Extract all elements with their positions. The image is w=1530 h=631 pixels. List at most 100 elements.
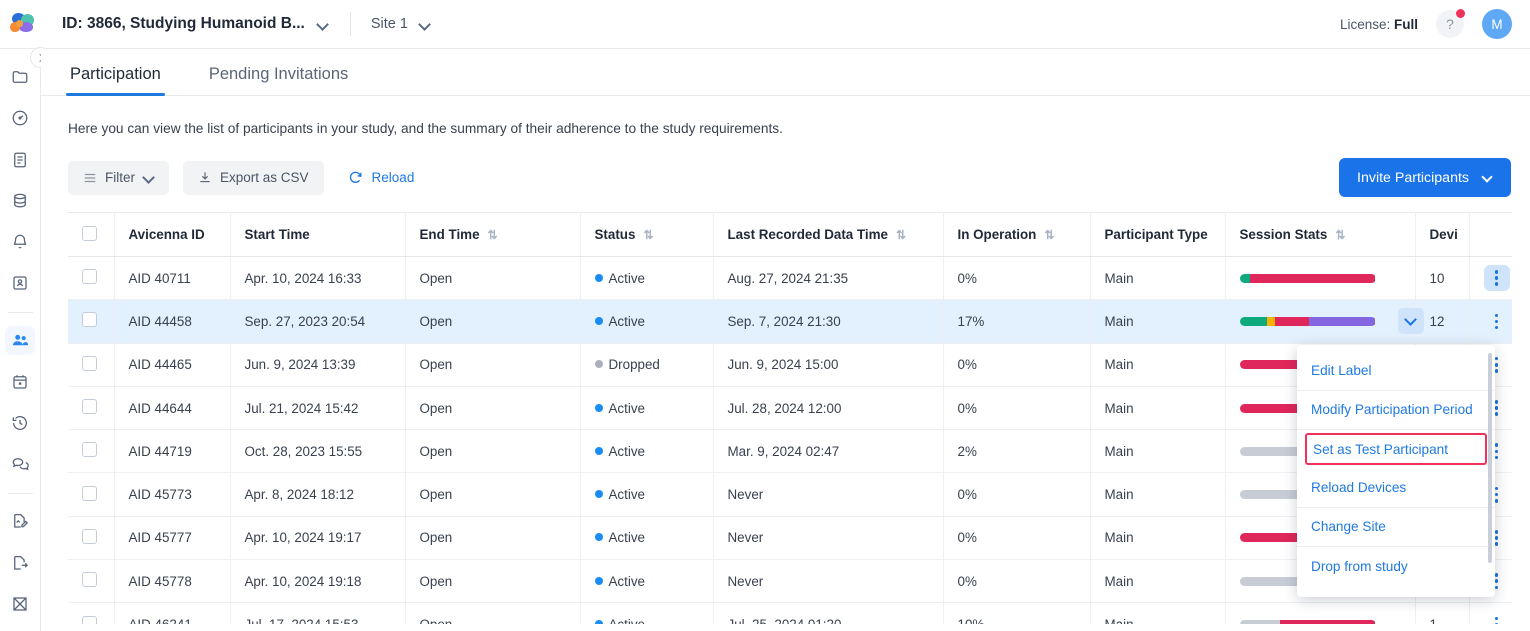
menu-item-edit-label[interactable]: Edit Label — [1297, 351, 1495, 391]
row-actions-menu-button[interactable] — [1484, 308, 1510, 334]
folder-icon — [11, 68, 29, 86]
menu-item-set-as-test-participant[interactable]: Set as Test Participant — [1305, 433, 1487, 465]
column-header-actions — [1469, 213, 1512, 257]
sort-icon[interactable]: ⇅ — [643, 228, 653, 242]
cell-op: 0% — [943, 560, 1090, 603]
status-dot-icon — [595, 447, 603, 455]
sidebar-item-dashboard[interactable] — [5, 104, 35, 132]
sidebar-item-history[interactable] — [5, 409, 35, 437]
reload-label: Reload — [372, 170, 415, 185]
sidebar-item-edit[interactable] — [5, 507, 35, 535]
menu-item-drop-from-study[interactable]: Drop from study — [1297, 547, 1495, 587]
column-header-label: Session Stats — [1240, 227, 1328, 242]
chevron-down-icon[interactable] — [317, 19, 328, 30]
session-stats-bar — [1240, 317, 1376, 326]
sidebar-item-calendar[interactable] — [5, 368, 35, 396]
cell-status: Active — [580, 257, 713, 300]
menu-item-change-site[interactable]: Change Site — [1297, 508, 1495, 548]
tab-participation[interactable]: Participation — [68, 65, 163, 95]
cell-aid: AID 46241 — [114, 603, 230, 624]
sidebar-item-messages[interactable] — [5, 450, 35, 478]
column-header-status[interactable]: Status⇅ — [580, 213, 713, 257]
select-all-checkbox[interactable] — [82, 226, 97, 241]
sort-icon[interactable]: ⇅ — [896, 228, 906, 242]
sidebar-item-profile[interactable] — [5, 269, 35, 297]
reload-button[interactable]: Reload — [348, 170, 415, 185]
cell-last: Aug. 27, 2024 21:35 — [713, 257, 943, 300]
table-row[interactable]: AID 40711Apr. 10, 2024 16:33OpenActiveAu… — [68, 257, 1512, 300]
cell-start: Oct. 28, 2023 15:55 — [230, 430, 405, 473]
column-header-aid: Avicenna ID — [114, 213, 230, 257]
filter-button[interactable]: Filter — [68, 161, 169, 195]
sidebar-item-analytics[interactable] — [5, 590, 35, 618]
column-header-op[interactable]: In Operation⇅ — [943, 213, 1090, 257]
column-header-label: Last Recorded Data Time — [728, 227, 889, 242]
row-checkbox[interactable] — [82, 486, 97, 501]
column-header-end[interactable]: End Time⇅ — [405, 213, 580, 257]
site-selector[interactable]: Site 1 — [371, 16, 430, 32]
invite-participants-label: Invite Participants — [1357, 170, 1469, 186]
cell-op: 0% — [943, 343, 1090, 386]
tab-pending-invitations[interactable]: Pending Invitations — [207, 65, 350, 95]
sort-icon[interactable]: ⇅ — [1044, 228, 1054, 242]
sidebar-item-folder[interactable] — [5, 63, 35, 91]
row-checkbox[interactable] — [82, 312, 97, 327]
invite-participants-button[interactable]: Invite Participants — [1339, 158, 1511, 197]
sidebar-item-export[interactable] — [5, 548, 35, 576]
logo-container[interactable] — [0, 0, 44, 49]
row-checkbox[interactable] — [82, 399, 97, 414]
column-header-last[interactable]: Last Recorded Data Time ⇅ — [713, 213, 943, 257]
row-checkbox[interactable] — [82, 356, 97, 371]
status-label: Active — [609, 314, 645, 329]
column-header-start: Start Time — [230, 213, 405, 257]
row-checkbox[interactable] — [82, 572, 97, 587]
sidebar-item-documents[interactable] — [5, 145, 35, 173]
sort-icon[interactable]: ⇅ — [488, 228, 498, 242]
row-checkbox-cell — [68, 257, 114, 300]
sidebar-item-data[interactable] — [5, 187, 35, 215]
row-checkbox[interactable] — [82, 616, 97, 624]
participants-table-container[interactable]: Avicenna IDStart TimeEnd Time⇅Status⇅Las… — [68, 212, 1512, 624]
cell-status: Active — [580, 516, 713, 559]
cell-last: Never — [713, 516, 943, 559]
row-context-menu: Edit LabelModify Participation Period Set… — [1297, 345, 1495, 597]
cell-status: Active — [580, 603, 713, 624]
session-stats-expand-button[interactable] — [1398, 308, 1424, 334]
row-checkbox-cell — [68, 473, 114, 516]
cell-session-stats — [1225, 300, 1415, 343]
menu-item-label: Reload Devices — [1311, 480, 1406, 495]
row-checkbox-cell — [68, 560, 114, 603]
menu-scrollbar[interactable] — [1488, 353, 1492, 563]
row-checkbox[interactable] — [82, 529, 97, 544]
table-row[interactable]: AID 45777Apr. 10, 2024 19:17OpenActiveNe… — [68, 516, 1512, 559]
sort-icon[interactable]: ⇅ — [1335, 228, 1345, 242]
sidebar-item-participants[interactable] — [5, 326, 35, 354]
table-row[interactable]: AID 46241Jul. 17, 2024 15:53OpenActiveJu… — [68, 603, 1512, 624]
reload-icon — [348, 170, 363, 185]
row-checkbox[interactable] — [82, 442, 97, 457]
bell-icon — [11, 233, 29, 251]
row-actions-menu-button[interactable] — [1484, 612, 1510, 624]
table-row[interactable]: AID 44465Jun. 9, 2024 13:39OpenDroppedJu… — [68, 343, 1512, 386]
cell-start: Apr. 8, 2024 18:12 — [230, 473, 405, 516]
cell-end: Open — [405, 516, 580, 559]
table-row[interactable]: AID 44458Sep. 27, 2023 20:54OpenActiveSe… — [68, 300, 1512, 343]
sidebar-item-notifications[interactable] — [5, 228, 35, 256]
export-csv-button[interactable]: Export as CSV — [183, 161, 324, 195]
row-actions-menu-button[interactable] — [1484, 265, 1510, 291]
table-row[interactable]: AID 44644Jul. 21, 2024 15:42OpenActiveJu… — [68, 386, 1512, 429]
row-checkbox[interactable] — [82, 269, 97, 284]
avatar[interactable]: M — [1482, 9, 1512, 39]
status-dot-icon — [595, 360, 603, 368]
menu-item-modify-participation-period[interactable]: Modify Participation Period — [1297, 391, 1495, 431]
cell-last: Jul. 28, 2024 12:00 — [713, 386, 943, 429]
status-dot-icon — [595, 404, 603, 412]
cell-ptype: Main — [1090, 430, 1225, 473]
column-header-stats[interactable]: Session Stats ⇅ — [1225, 213, 1415, 257]
table-row[interactable]: AID 45773Apr. 8, 2024 18:12OpenActiveNev… — [68, 473, 1512, 516]
help-button[interactable]: ? — [1436, 10, 1464, 38]
menu-item-label: Set as Test Participant — [1313, 442, 1448, 457]
menu-item-reload-devices[interactable]: Reload Devices — [1297, 468, 1495, 508]
table-row[interactable]: AID 45778Apr. 10, 2024 19:18OpenActiveNe… — [68, 560, 1512, 603]
table-row[interactable]: AID 44719Oct. 28, 2023 15:55OpenActiveMa… — [68, 430, 1512, 473]
